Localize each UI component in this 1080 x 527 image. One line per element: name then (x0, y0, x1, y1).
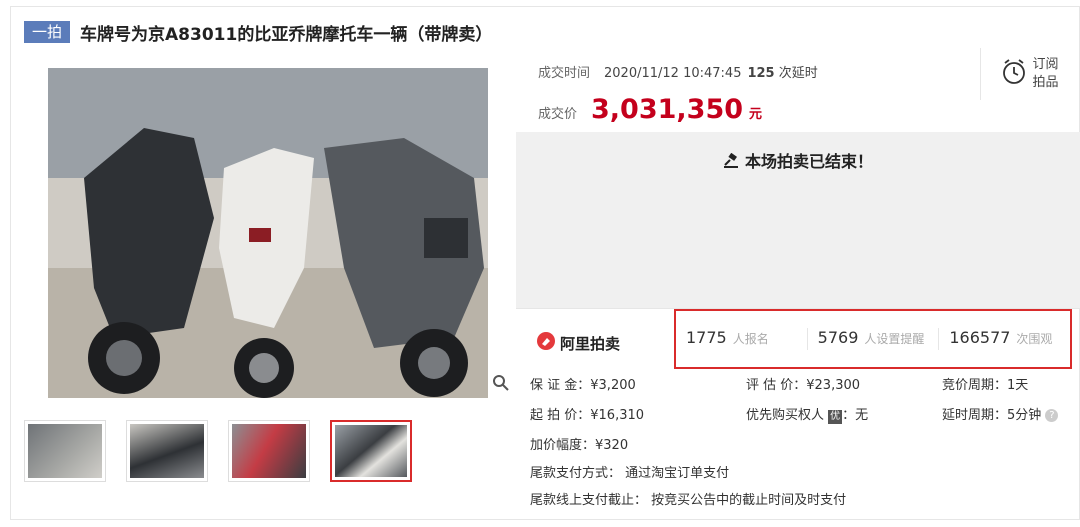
payment-method: 尾款支付方式： 通过淘宝订单支付 (530, 466, 730, 481)
auction-status-panel: 本场拍卖已结束！ (516, 132, 1080, 308)
priority-buyer: 优先购买权人 优：无 (746, 404, 868, 424)
stat-registered-num: 1775 (686, 328, 727, 347)
stat-registered-unit: 人报名 (732, 332, 769, 346)
deal-time-row: 成交时间 2020/11/12 10:47:45 125 次延时 (538, 62, 818, 81)
stat-views: 166577 次围观 (939, 328, 1070, 350)
stat-reminders: 5769 人设置提醒 (808, 328, 940, 350)
deal-price-row: 成交价 3,031,350 元 (538, 94, 762, 125)
main-product-image[interactable] (24, 68, 488, 398)
subscribe-line1: 订阅 (1032, 57, 1059, 72)
payment-deadline: 尾款线上支付截止： 按竞买公告中的截止时间及时支付 (530, 493, 847, 508)
thumbnail-2[interactable] (126, 420, 208, 482)
ali-auction-brand: 阿里拍卖 (536, 331, 620, 355)
priority-badge: 优 (828, 410, 843, 424)
stat-views-unit: 次围观 (1016, 332, 1053, 346)
zoom-icon[interactable] (492, 374, 512, 394)
ali-auction-logo-icon (536, 331, 556, 355)
subscribe-label: 订阅 拍品 (1032, 56, 1058, 92)
title-bar: 一拍 车牌号为京A83011的比亚乔牌摩托车一辆（带牌卖） (24, 18, 492, 46)
thumbnail-1[interactable] (24, 420, 106, 482)
starting-price: 起 拍 价：¥16,310 (530, 408, 645, 423)
deal-time-value: 2020/11/12 10:47:45 (604, 66, 742, 81)
alarm-clock-icon (1002, 59, 1026, 89)
auction-type-badge: 一拍 (24, 21, 71, 43)
auction-ended-text: 本场拍卖已结束！ (744, 152, 873, 171)
auction-ended-message: 本场拍卖已结束！ (516, 148, 1080, 173)
delay-label: 次延时 (778, 66, 818, 81)
subscribe-button[interactable]: 订阅 拍品 (980, 48, 1080, 100)
stat-reminders-num: 5769 (817, 328, 859, 347)
deal-price: 3,031,350 (591, 94, 744, 125)
gavel-icon (723, 152, 741, 173)
deposit: 保 证 金：¥3,200 (530, 378, 636, 393)
stats-box: 1775 人报名 5769 人设置提醒 166577 次围观 (674, 309, 1072, 369)
thumbnail-3[interactable] (228, 420, 310, 482)
stat-registered: 1775 人报名 (676, 328, 808, 350)
page-title: 车牌号为京A83011的比亚乔牌摩托车一辆（带牌卖） (80, 24, 493, 45)
stat-reminders-unit: 人设置提醒 (864, 332, 925, 346)
delay-cycle-text: 延时周期：5分钟 (942, 408, 1042, 423)
ali-auction-name: 阿里拍卖 (560, 334, 621, 353)
deal-time-label: 成交时间 (538, 66, 591, 81)
image-left-padding (24, 68, 48, 398)
stat-views-num: 166577 (949, 328, 1011, 347)
thumbnail-4-selected[interactable] (330, 420, 412, 482)
deal-price-label: 成交价 (538, 107, 578, 122)
price-unit: 元 (749, 107, 763, 122)
bid-increment: 加价幅度：¥320 (530, 438, 629, 453)
delay-count-wrap: 125 次延时 (747, 62, 817, 81)
appraisal-price: 评 估 价：¥23,300 (746, 378, 861, 393)
motorcycle-photo (24, 68, 488, 398)
priority-value: ：无 (842, 408, 869, 423)
priority-label: 优先购买权人 (746, 408, 825, 423)
stats-band: 阿里拍卖 1775 人报名 5769 人设置提醒 166577 次围观 (516, 308, 1080, 369)
subscribe-line2: 拍品 (1032, 75, 1059, 90)
delay-cycle: 延时周期：5分钟 ? (942, 404, 1059, 423)
bidding-cycle: 竞价周期：1天 (942, 378, 1029, 393)
payment-info: 尾款支付方式： 通过淘宝订单支付 尾款线上支付截止： 按竞买公告中的截止时间及时… (530, 462, 846, 516)
help-icon[interactable]: ? (1045, 409, 1059, 422)
delay-count: 125 (747, 66, 775, 81)
thumbnail-strip (24, 420, 412, 482)
